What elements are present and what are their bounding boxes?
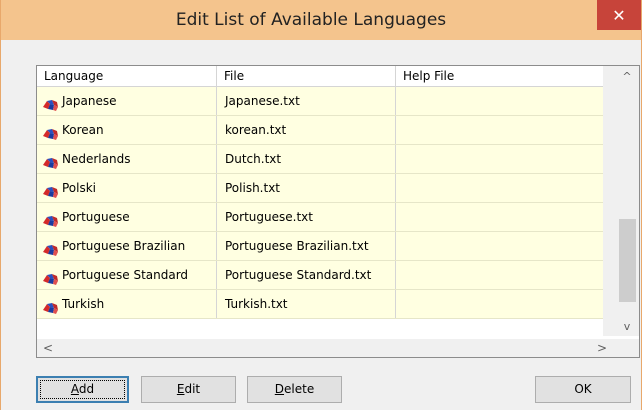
help-file-cell[interactable] xyxy=(396,261,603,289)
list-header: Language File Help File xyxy=(37,66,603,87)
vertical-scrollbar[interactable]: ^ v xyxy=(603,66,639,336)
help-file-cell[interactable] xyxy=(396,145,603,173)
scroll-left-icon[interactable]: < xyxy=(39,339,57,357)
scroll-right-icon[interactable]: > xyxy=(593,339,611,357)
language-flags-icon xyxy=(41,268,61,285)
delete-button[interactable]: Delete xyxy=(247,376,342,403)
horizontal-scrollbar[interactable]: < > xyxy=(37,339,639,357)
file-cell[interactable]: Portuguese Standard.txt xyxy=(217,261,396,289)
table-row[interactable]: Portuguese Portuguese.txt xyxy=(37,203,603,232)
language-cell[interactable]: Portuguese xyxy=(37,203,217,231)
table-row[interactable]: Portuguese Brazilian Portuguese Brazilian… xyxy=(37,232,603,261)
language-cell[interactable]: Turkish xyxy=(37,290,217,318)
help-file-cell[interactable] xyxy=(396,174,603,202)
table-row[interactable]: Korean korean.txt xyxy=(37,116,603,145)
edit-button-label: Edit xyxy=(176,382,201,396)
list-rows: Japanese Japanese.txt Korean korean.txt Nede… xyxy=(37,87,603,319)
language-flags-icon xyxy=(41,239,61,256)
help-file-cell[interactable] xyxy=(396,87,603,115)
language-name: Nederlands xyxy=(62,152,131,166)
file-cell[interactable]: Polish.txt xyxy=(217,174,396,202)
close-button[interactable]: ✕ xyxy=(597,0,641,30)
language-name: Korean xyxy=(62,123,104,137)
language-flags-icon xyxy=(41,181,61,198)
file-cell[interactable]: Portuguese.txt xyxy=(217,203,396,231)
language-cell[interactable]: Portuguese Brazilian xyxy=(37,232,217,260)
scroll-down-icon[interactable]: v xyxy=(617,319,637,335)
help-file-cell[interactable] xyxy=(396,232,603,260)
help-file-cell[interactable] xyxy=(396,116,603,144)
language-flags-icon xyxy=(41,210,61,227)
language-cell[interactable]: Portuguese Standard xyxy=(37,261,217,289)
language-cell[interactable]: Japanese xyxy=(37,87,217,115)
file-cell[interactable]: Turkish.txt xyxy=(217,290,396,318)
table-row[interactable]: Polski Polish.txt xyxy=(37,174,603,203)
column-header-help-file[interactable]: Help File xyxy=(396,66,603,86)
language-cell[interactable]: Polski xyxy=(37,174,217,202)
table-row[interactable]: Nederlands Dutch.txt xyxy=(37,145,603,174)
close-icon: ✕ xyxy=(612,5,626,25)
help-file-cell[interactable] xyxy=(396,290,603,318)
language-name: Portuguese Standard xyxy=(62,268,189,282)
dialog-title: Edit List of Available Languages xyxy=(175,10,447,30)
language-name: Polski xyxy=(62,181,97,195)
title-bar[interactable]: Edit List of Available Languages ✕ xyxy=(1,0,641,40)
scroll-up-icon[interactable]: ^ xyxy=(617,69,637,85)
edit-button[interactable]: Edit xyxy=(141,376,236,403)
focus-rectangle xyxy=(40,380,125,399)
file-cell[interactable]: korean.txt xyxy=(217,116,396,144)
ok-button[interactable]: OK xyxy=(535,376,631,403)
language-name: Portuguese xyxy=(62,210,130,224)
language-flags-icon xyxy=(41,123,61,140)
delete-button-label: Delete xyxy=(274,382,315,396)
language-cell[interactable]: Nederlands xyxy=(37,145,217,173)
column-header-language[interactable]: Language xyxy=(37,66,217,86)
language-name: Portuguese Brazilian xyxy=(62,239,186,253)
language-name: Turkish xyxy=(62,297,105,311)
file-cell[interactable]: Portuguese Brazilian.txt xyxy=(217,232,396,260)
vertical-scroll-thumb[interactable] xyxy=(619,219,636,302)
dialog-window: Edit List of Available Languages ✕ Langu… xyxy=(0,0,642,410)
file-cell[interactable]: Dutch.txt xyxy=(217,145,396,173)
language-flags-icon xyxy=(41,94,61,111)
language-flags-icon xyxy=(41,297,61,314)
file-cell[interactable]: Japanese.txt xyxy=(217,87,396,115)
language-flags-icon xyxy=(41,152,61,169)
table-row[interactable]: Japanese Japanese.txt xyxy=(37,87,603,116)
language-list[interactable]: Language File Help File Japanese Japanese… xyxy=(36,65,640,358)
column-header-file[interactable]: File xyxy=(217,66,396,86)
help-file-cell[interactable] xyxy=(396,203,603,231)
table-row[interactable]: Portuguese Standard Portuguese Standard.t… xyxy=(37,261,603,290)
table-row[interactable]: Turkish Turkish.txt xyxy=(37,290,603,319)
ok-button-label: OK xyxy=(574,382,592,396)
language-name: Japanese xyxy=(62,94,117,108)
add-button[interactable]: Add xyxy=(36,376,129,403)
language-cell[interactable]: Korean xyxy=(37,116,217,144)
